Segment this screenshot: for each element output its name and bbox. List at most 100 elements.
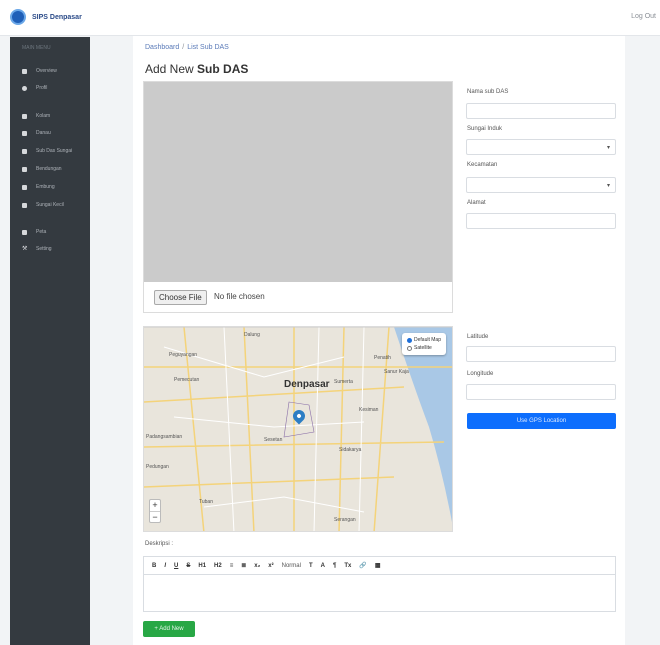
use-gps-button[interactable]: Use GPS Location: [467, 413, 616, 429]
sidebar-header: MAIN MENU: [22, 45, 51, 51]
heading2-button[interactable]: H2: [214, 563, 222, 569]
sidebar-item-sub-das[interactable]: Sub Das Sungai: [22, 146, 72, 156]
sidebar-item-setting[interactable]: ⚒ Setting: [22, 244, 52, 254]
strike-button[interactable]: S: [186, 563, 190, 569]
superscript-button[interactable]: x²: [268, 563, 273, 569]
layer-option-label: Satellite: [414, 345, 432, 351]
zoom-out-button[interactable]: −: [150, 511, 160, 522]
river-select[interactable]: ▾: [466, 139, 616, 155]
sidebar-item-kolam[interactable]: Kolam: [22, 111, 50, 121]
sidebar-item-sungai-kecil[interactable]: Sungai Kecil: [22, 200, 64, 210]
circle-icon: [22, 85, 27, 91]
sidebar-item-label: Embung: [36, 184, 55, 190]
ordered-list-icon[interactable]: ≡: [230, 563, 234, 569]
home-icon: [22, 68, 27, 74]
zoom-in-button[interactable]: +: [150, 500, 160, 511]
breadcrumb-current[interactable]: List Sub DAS: [187, 44, 229, 51]
layer-option-label: Default Map: [414, 337, 441, 343]
link-icon[interactable]: 🔗: [359, 562, 366, 569]
image-preview: [144, 82, 452, 282]
sidebar-item-label: Sub Das Sungai: [36, 148, 73, 154]
layer-option-default[interactable]: Default Map: [407, 336, 441, 344]
top-navbar: SIPS Denpasar Log Out: [0, 0, 660, 36]
map-city-label: Denpasar: [284, 379, 330, 390]
sidebar-item-embung[interactable]: Embung: [22, 182, 55, 192]
district-select[interactable]: ▾: [466, 177, 616, 193]
description-editor[interactable]: B I U S H1 H2 ≡ ≣ x₂ x² Normal T A ¶ Tx …: [143, 556, 616, 612]
sidebar-item-label: Kolam: [36, 113, 51, 119]
map-place-label: Serangan: [334, 517, 356, 523]
map-place-label: Pemecutan: [174, 377, 200, 383]
longitude-label: Longitude: [467, 371, 494, 377]
highlight-icon[interactable]: A: [321, 563, 325, 569]
clear-format-icon[interactable]: Tx: [344, 563, 351, 569]
chevron-down-icon: ▾: [606, 183, 610, 189]
zoom-control: + −: [149, 499, 161, 523]
text-color-icon[interactable]: T: [309, 563, 313, 569]
location-map[interactable]: Dalung Penatih Peguyangan Sumerta Sanur …: [143, 326, 453, 532]
layer-option-satellite[interactable]: Satellite: [407, 344, 441, 352]
page-title-prefix: Add New: [145, 62, 194, 76]
choose-file-button[interactable]: Choose File: [154, 290, 207, 305]
underline-button[interactable]: U: [174, 563, 178, 569]
sidebar-item-label: Danau: [36, 130, 51, 136]
map-place-label: Sanur Kaja: [384, 369, 409, 375]
sidebar-item-label: Peta: [36, 229, 47, 235]
square-icon: [22, 113, 27, 119]
latitude-input[interactable]: [466, 346, 616, 362]
text-size-select[interactable]: Normal: [282, 563, 301, 569]
wrench-icon: ⚒: [22, 245, 28, 252]
latitude-label: Latitude: [467, 334, 489, 340]
subscript-button[interactable]: x₂: [254, 563, 260, 569]
sidebar-item-bendungan[interactable]: Bendungan: [22, 164, 62, 174]
sidebar-item-label: Overview: [36, 68, 57, 74]
editor-toolbar: B I U S H1 H2 ≡ ≣ x₂ x² Normal T A ¶ Tx …: [144, 557, 615, 575]
sidebar-item-danau[interactable]: Danau: [22, 128, 51, 138]
district-label: Kecamatan: [467, 162, 498, 168]
map-layer-control[interactable]: Default Map Satellite: [402, 333, 446, 355]
sidebar-item-profil[interactable]: Profil: [22, 83, 47, 93]
bold-button[interactable]: B: [152, 563, 156, 569]
map-place-label: Dalung: [244, 332, 260, 338]
map-place-label: Sidakarya: [339, 447, 362, 453]
radio-selected-icon: [407, 337, 413, 343]
sidebar-item-overview[interactable]: Overview: [22, 66, 57, 76]
square-icon: [22, 184, 27, 190]
name-input[interactable]: [466, 103, 616, 119]
address-input[interactable]: [466, 213, 616, 229]
heading1-button[interactable]: H1: [198, 563, 206, 569]
map-place-label: Kesiman: [359, 407, 379, 413]
image-icon[interactable]: ▦: [375, 562, 381, 569]
sidebar-item-label: Bendungan: [36, 166, 62, 172]
square-icon: [22, 166, 27, 172]
sidebar-item-label: Setting: [36, 246, 52, 252]
brand-name: SIPS Denpasar: [32, 13, 82, 21]
map-place-label: Tuban: [199, 499, 213, 505]
map-place-label: Pedungan: [146, 464, 169, 470]
address-label: Alamat: [467, 200, 486, 206]
italic-button[interactable]: I: [164, 563, 166, 569]
square-icon: [22, 202, 27, 208]
page-title-bold: Sub DAS: [197, 62, 249, 76]
breadcrumb: Dashboard / List Sub DAS: [145, 44, 229, 51]
chevron-down-icon: ▾: [606, 145, 610, 151]
sidebar: MAIN MENU Overview Profil Kolam Danau Su…: [10, 37, 90, 645]
file-status: No file chosen: [214, 292, 265, 301]
square-icon: [22, 130, 27, 136]
paragraph-icon[interactable]: ¶: [333, 563, 336, 569]
map-place-label: Sumerta: [334, 379, 353, 385]
description-label: Deskripsi :: [145, 541, 174, 547]
river-label: Sungai Induk: [467, 126, 503, 132]
square-icon: [22, 148, 27, 154]
name-label: Nama sub DAS: [467, 89, 509, 95]
add-new-button[interactable]: + Add New: [143, 621, 195, 637]
logout-link[interactable]: Log Out: [631, 13, 656, 20]
map-place-label: Padangsambian: [146, 434, 183, 440]
breadcrumb-separator: /: [182, 44, 185, 51]
brand[interactable]: SIPS Denpasar: [10, 9, 82, 25]
sidebar-item-label: Sungai Kecil: [36, 202, 64, 208]
longitude-input[interactable]: [466, 384, 616, 400]
bullet-list-icon[interactable]: ≣: [241, 562, 246, 569]
sidebar-item-peta[interactable]: Peta: [22, 227, 46, 237]
breadcrumb-home[interactable]: Dashboard: [145, 44, 179, 51]
